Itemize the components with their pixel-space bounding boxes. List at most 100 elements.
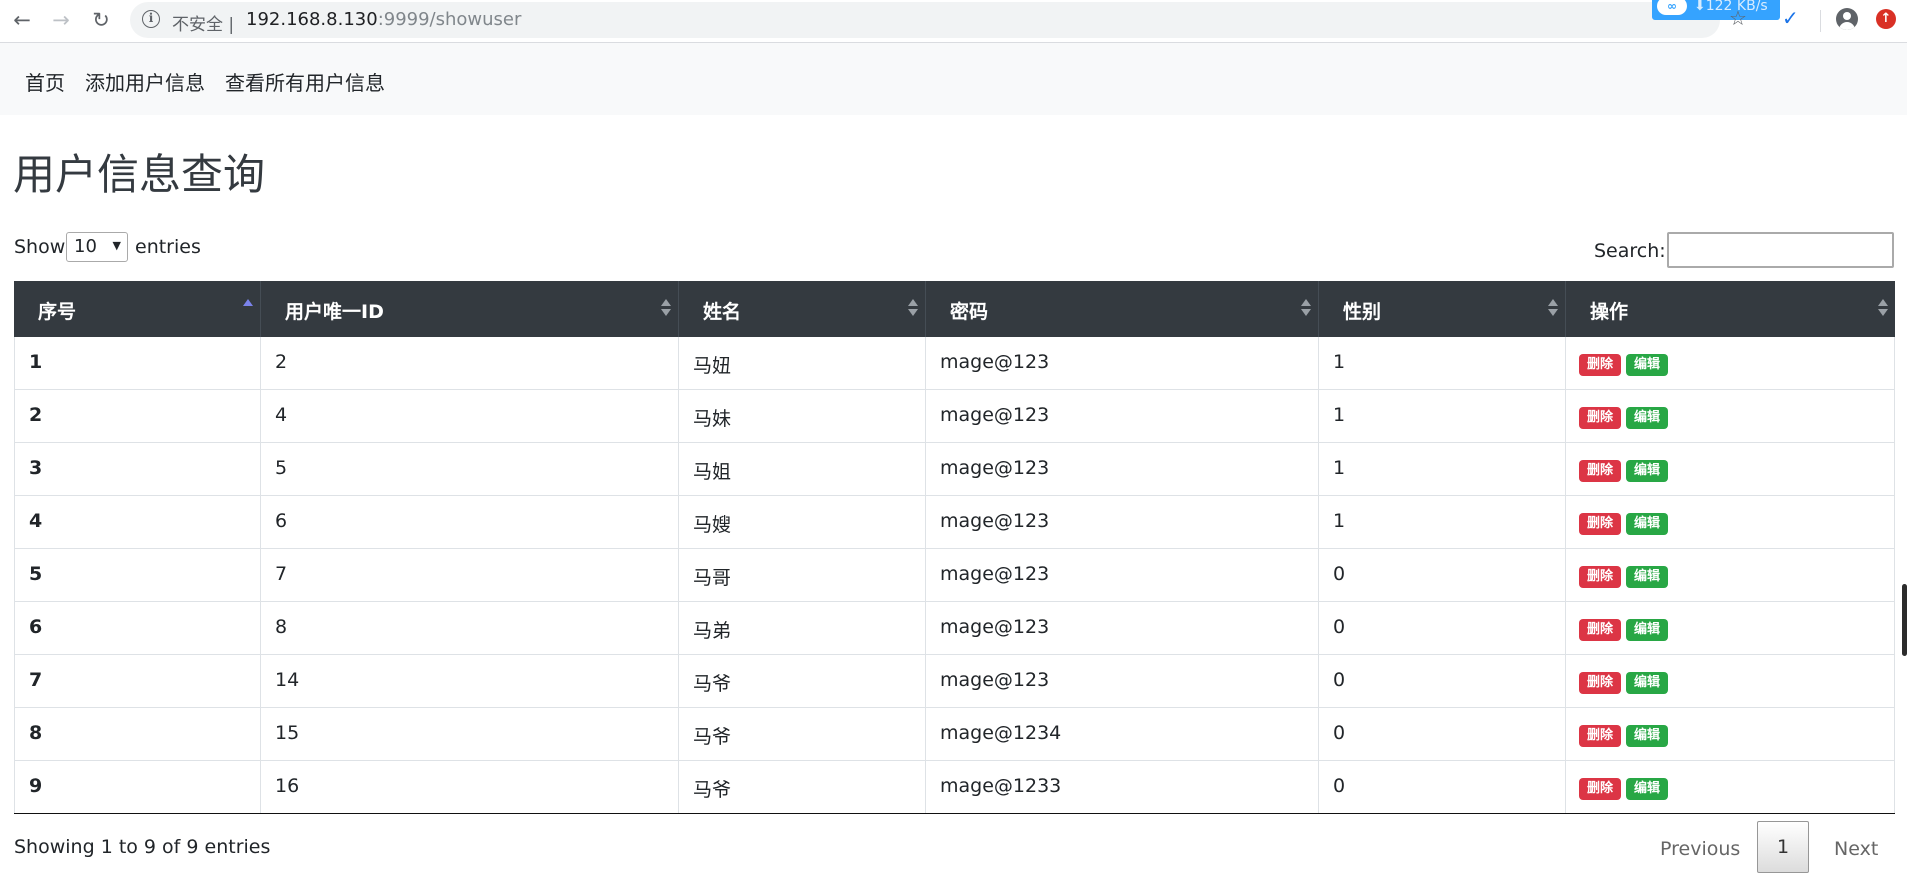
cell-text: mage@123	[940, 563, 1050, 585]
download-speed-widget[interactable]: ∞ ⬇122 KB/s	[1652, 0, 1780, 20]
cell-text: 9	[29, 775, 43, 797]
edit-button[interactable]: 编辑	[1626, 460, 1668, 482]
reload-icon[interactable]: ↻	[86, 5, 116, 35]
edit-button[interactable]: 编辑	[1626, 354, 1668, 376]
show-label: Show	[14, 236, 66, 258]
cell-text: 4	[275, 404, 288, 426]
cell-text: 0	[1333, 563, 1346, 585]
table-header: 序号 用户唯一ID 姓名 密码 性别 操作	[14, 281, 1895, 337]
cell-text: 7	[275, 563, 288, 585]
cell-text: 14	[275, 669, 300, 691]
delete-button[interactable]: 删除	[1579, 672, 1621, 694]
cell-text: 8	[275, 616, 288, 638]
column-header-gender[interactable]: 性别	[1318, 281, 1565, 337]
url-text[interactable]: 192.168.8.130:9999/showuser	[246, 9, 521, 30]
delete-button[interactable]: 删除	[1579, 725, 1621, 747]
cell-text: 5	[275, 457, 288, 479]
url-path: :9999/showuser	[377, 9, 522, 30]
edit-button[interactable]: 编辑	[1626, 672, 1668, 694]
edit-button[interactable]: 编辑	[1626, 513, 1668, 535]
edit-button[interactable]: 编辑	[1626, 566, 1668, 588]
forward-icon[interactable]: →	[46, 5, 76, 35]
cell-gender: 0	[1318, 549, 1565, 601]
cell-actions: 删除 编辑	[1565, 496, 1895, 548]
cell-uid: 7	[260, 549, 678, 601]
delete-button[interactable]: 删除	[1579, 778, 1621, 800]
cell-text: 马爷	[693, 779, 732, 801]
address-bar[interactable]: i 不安全 | 192.168.8.130:9999/showuser	[130, 2, 1720, 38]
cell-uid: 8	[260, 602, 678, 654]
nav-home[interactable]: 首页	[25, 67, 65, 96]
delete-button[interactable]: 删除	[1579, 354, 1621, 376]
cell-name: 马妞	[678, 337, 925, 389]
cell-text: 马爷	[693, 726, 732, 748]
cell-password: mage@123	[925, 655, 1318, 707]
cell-name: 马爷	[678, 761, 925, 813]
info-icon[interactable]: i	[142, 10, 160, 28]
cell-uid: 2	[260, 337, 678, 389]
page-button-current[interactable]: 1	[1757, 821, 1809, 873]
sort-icon	[1301, 297, 1311, 319]
delete-button[interactable]: 删除	[1579, 619, 1621, 641]
edit-button[interactable]: 编辑	[1626, 725, 1668, 747]
table-row: 5 7 马哥 mage@123 0 删除 编辑	[14, 549, 1895, 602]
nav-add-user[interactable]: 添加用户信息	[85, 67, 205, 96]
column-label: 序号	[38, 301, 77, 323]
cell-index: 5	[14, 549, 260, 601]
cell-index: 1	[14, 337, 260, 389]
url-host: 192.168.8.130	[246, 9, 378, 30]
cell-text: 4	[29, 510, 43, 532]
delete-button[interactable]: 删除	[1579, 566, 1621, 588]
delete-button[interactable]: 删除	[1579, 460, 1621, 482]
cell-text: mage@123	[940, 510, 1050, 532]
cell-password: mage@123	[925, 443, 1318, 495]
column-header-uid[interactable]: 用户唯一ID	[260, 281, 678, 337]
edit-button[interactable]: 编辑	[1626, 778, 1668, 800]
search-label: Search:	[1594, 240, 1666, 262]
update-icon[interactable]: ↑	[1876, 9, 1896, 29]
cell-uid: 4	[260, 390, 678, 442]
cell-uid: 5	[260, 443, 678, 495]
cell-gender: 1	[1318, 496, 1565, 548]
cell-name: 马哥	[678, 549, 925, 601]
table-row: 3 5 马姐 mage@123 1 删除 编辑	[14, 443, 1895, 496]
delete-button[interactable]: 删除	[1579, 513, 1621, 535]
account-icon[interactable]	[1836, 8, 1858, 30]
nav-view-all-users[interactable]: 查看所有用户信息	[225, 67, 385, 96]
previous-page-button[interactable]: Previous	[1660, 838, 1740, 860]
scrollbar-thumb[interactable]	[1902, 584, 1907, 656]
cell-text: 2	[275, 351, 288, 373]
column-header-actions[interactable]: 操作	[1565, 281, 1895, 337]
column-label: 用户唯一ID	[285, 301, 384, 323]
cell-index: 3	[14, 443, 260, 495]
edit-button[interactable]: 编辑	[1626, 407, 1668, 429]
cell-text: 马妞	[693, 355, 732, 377]
cell-actions: 删除 编辑	[1565, 549, 1895, 601]
column-label: 操作	[1590, 301, 1629, 323]
page-size-select[interactable]: 10 ▼	[66, 232, 128, 262]
cell-text: mage@123	[940, 669, 1050, 691]
cell-text: 6	[29, 616, 43, 638]
column-header-name[interactable]: 姓名	[678, 281, 925, 337]
cell-index: 8	[14, 708, 260, 760]
table-row: 6 8 马弟 mage@123 0 删除 编辑	[14, 602, 1895, 655]
extension-icon[interactable]: ✓	[1782, 6, 1799, 30]
sort-icon	[661, 297, 671, 319]
delete-button[interactable]: 删除	[1579, 407, 1621, 429]
cell-text: 0	[1333, 616, 1346, 638]
bookmark-star-icon[interactable]: ☆	[1729, 6, 1747, 30]
cell-text: 7	[29, 669, 43, 691]
cell-actions: 删除 编辑	[1565, 655, 1895, 707]
edit-button[interactable]: 编辑	[1626, 619, 1668, 641]
chevron-down-icon: ▼	[112, 239, 121, 252]
cell-text: 0	[1333, 669, 1346, 691]
back-icon[interactable]: ←	[7, 5, 37, 35]
column-header-password[interactable]: 密码	[925, 281, 1318, 337]
cell-uid: 6	[260, 496, 678, 548]
search-input[interactable]	[1667, 232, 1894, 268]
next-page-button[interactable]: Next	[1834, 838, 1878, 860]
cell-gender: 1	[1318, 337, 1565, 389]
column-header-index[interactable]: 序号	[14, 281, 260, 337]
cell-text: 马哥	[693, 567, 732, 589]
page-size-value: 10	[74, 236, 97, 257]
